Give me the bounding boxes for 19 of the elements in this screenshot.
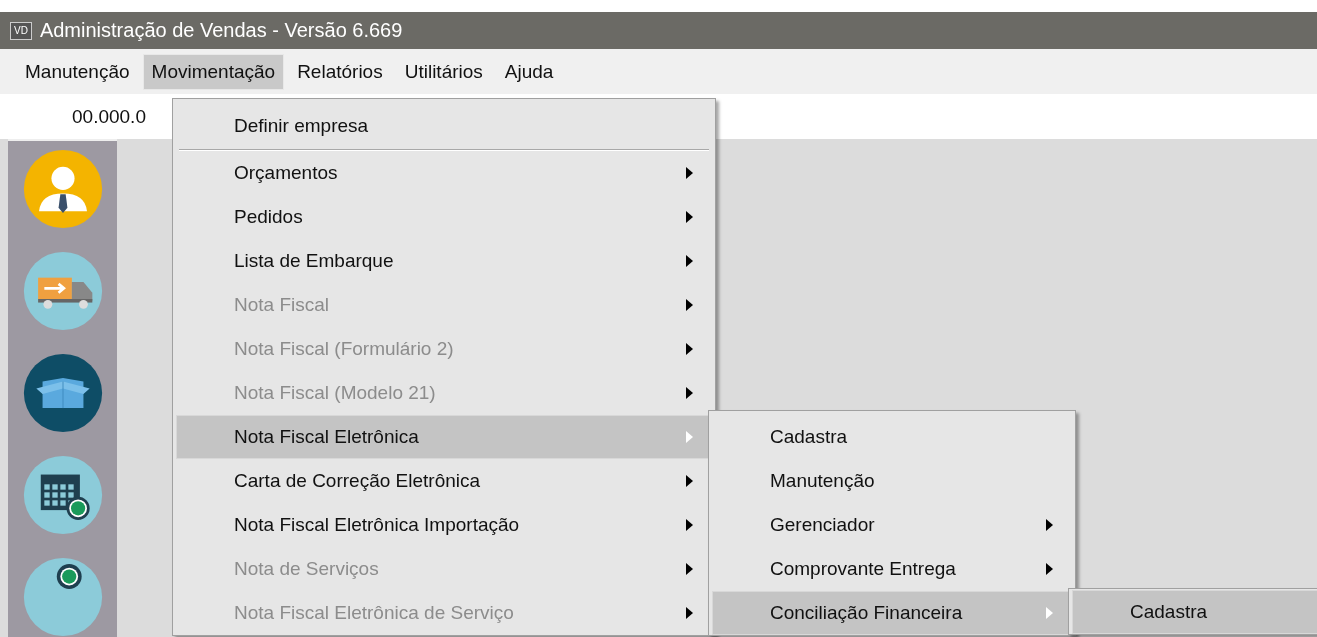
menu-item[interactable]: Gerenciador: [712, 503, 1072, 547]
menu-item[interactable]: Cadastra: [1072, 590, 1317, 634]
menu-item[interactable]: Nota Fiscal Eletrônica Importação: [176, 503, 712, 547]
menu-item[interactable]: Orçamentos: [176, 151, 712, 195]
app-icon: VD: [10, 21, 32, 40]
menu-bar-item[interactable]: Relatórios: [288, 53, 392, 90]
menu-item[interactable]: Pedidos: [176, 195, 712, 239]
menu-item[interactable]: Definir empresa: [176, 104, 712, 148]
menu-item[interactable]: Comprovante Entrega: [712, 547, 1072, 591]
menu-bar-item[interactable]: Utilitários: [395, 53, 492, 90]
menu-bar-item[interactable]: Manutenção: [16, 53, 139, 90]
menu-item[interactable]: Manutenção: [712, 459, 1072, 503]
menu-bar-item[interactable]: Ajuda: [495, 53, 563, 90]
menu-item[interactable]: Carta de Correção Eletrônica: [176, 459, 712, 503]
menu-item[interactable]: Lista de Embarque: [176, 239, 712, 283]
menu-bar-item[interactable]: Movimentação: [142, 53, 285, 90]
company-code: 00.000.0: [72, 105, 146, 128]
menu-item[interactable]: Cadastra: [712, 415, 1072, 459]
window-title: Administração de Vendas - Versão 6.669: [39, 19, 403, 42]
